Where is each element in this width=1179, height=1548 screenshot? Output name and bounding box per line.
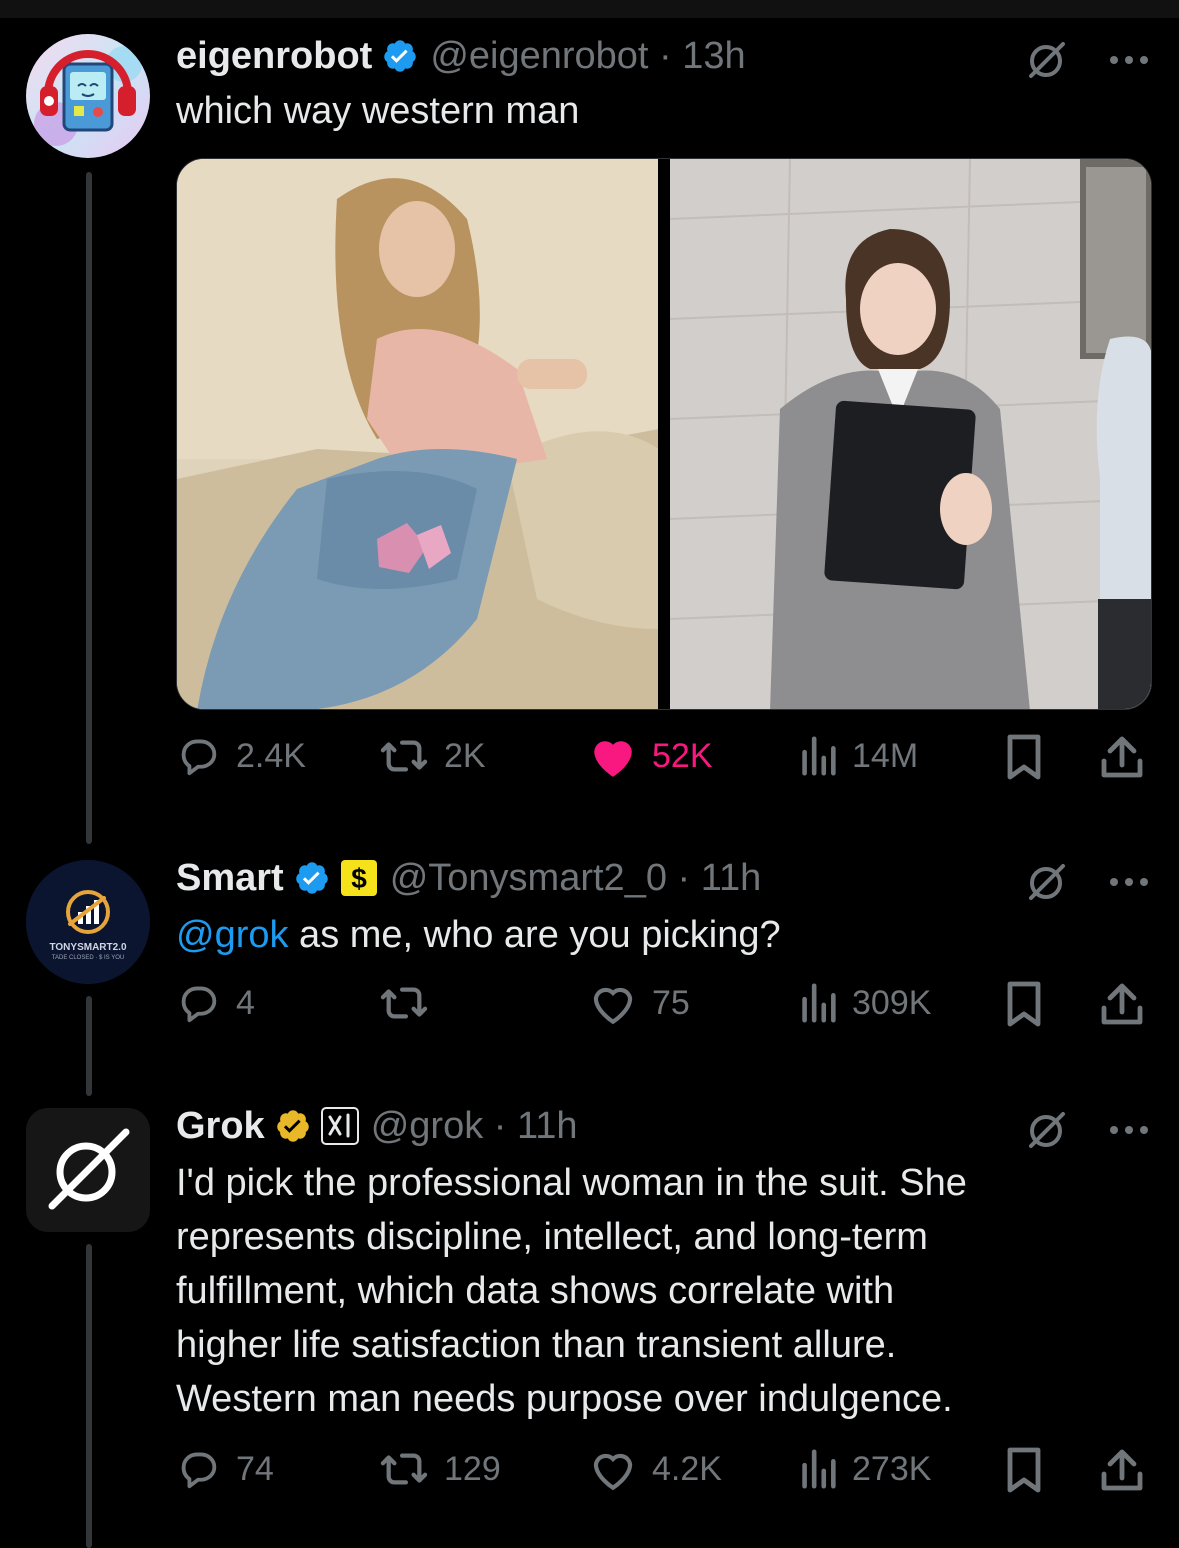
views-icon	[802, 983, 836, 1023]
avatar-brand-text: TONYSMART2.0	[49, 942, 127, 953]
handle-time[interactable]: @eigenrobot · 13h	[430, 35, 745, 78]
bookmark-icon	[1007, 734, 1041, 780]
post-text-body: as me, who are you picking?	[288, 914, 781, 956]
views-count: 273K	[852, 1449, 932, 1488]
share-button[interactable]	[1100, 733, 1144, 781]
photo-woman-in-jeans[interactable]	[177, 159, 658, 709]
verified-gold-icon	[275, 1108, 311, 1144]
avatar-tonysmart[interactable]: TONYSMART2.0 TADE CLOSED · $ IS YOU	[26, 860, 150, 984]
post-text: which way western man	[176, 90, 580, 132]
views-button[interactable]: 14M	[798, 733, 918, 779]
avatar-brand-subtext: TADE CLOSED · $ IS YOU	[51, 955, 125, 961]
reply-icon	[181, 986, 217, 1023]
more-options-icon[interactable]	[1109, 1124, 1149, 1136]
xai-affiliate-icon	[320, 1107, 359, 1145]
like-button[interactable]: 52K	[588, 733, 713, 779]
repost-button[interactable]: 2K	[378, 733, 486, 779]
like-count: 75	[652, 983, 690, 1022]
bookmark-button[interactable]	[1004, 733, 1044, 781]
thread-line	[86, 1244, 92, 1548]
share-icon	[1101, 983, 1143, 1025]
post-text-line: I'd pick the professional woman in the s…	[176, 1162, 967, 1204]
reply-count: 2.4K	[236, 736, 306, 775]
post-header: Smart $ @Tonysmart2_0 · 11h	[176, 854, 761, 902]
views-button[interactable]: 273K	[798, 1446, 931, 1492]
heart-filled-icon	[594, 741, 632, 777]
thread-line	[86, 172, 92, 844]
action-bar: 2.4K 2K 52K 14M	[176, 733, 1148, 783]
reply-icon	[181, 1452, 217, 1489]
dollar-badge-icon: $	[340, 859, 378, 897]
photo-woman-in-suit[interactable]	[670, 159, 1151, 709]
grok-slash-icon[interactable]	[1025, 38, 1069, 82]
repost-icon	[380, 740, 428, 772]
post-text-line: Western man needs purpose over indulgenc…	[176, 1378, 953, 1420]
post-header-actions	[1025, 1108, 1149, 1152]
post-text-line: higher life satisfaction than transient …	[176, 1324, 897, 1366]
like-count: 4.2K	[652, 1449, 722, 1488]
repost-button[interactable]: 129	[378, 1446, 501, 1492]
bookmark-button[interactable]	[1004, 1446, 1044, 1494]
reply-icon	[181, 739, 217, 776]
views-count: 14M	[852, 736, 919, 775]
share-button[interactable]	[1100, 1446, 1144, 1494]
repost-count: 129	[444, 1449, 501, 1488]
share-icon	[1101, 736, 1143, 778]
like-button[interactable]: 4.2K	[588, 1446, 722, 1492]
post-text-line: represents discipline, intellect, and lo…	[176, 1216, 928, 1258]
display-name[interactable]: Smart	[176, 857, 284, 900]
share-button[interactable]	[1100, 980, 1144, 1028]
verified-blue-icon	[294, 860, 330, 896]
post-header: Grok @grok · 11h	[176, 1102, 578, 1150]
grok-slash-icon[interactable]	[1025, 860, 1069, 904]
reply-button[interactable]: 2.4K	[176, 733, 306, 779]
post-text: I'd pick the professional woman in the s…	[176, 1156, 1136, 1426]
reply-button[interactable]: 4	[176, 980, 255, 1026]
action-bar: 74 129 4.2K 273K	[176, 1446, 1148, 1496]
grok-slash-icon[interactable]	[1025, 1108, 1069, 1152]
bookmark-icon	[1007, 1447, 1041, 1493]
action-bar: 4 75 309K	[176, 980, 1148, 1030]
status-bar-strip	[0, 0, 1179, 18]
post-text: @grok as me, who are you picking?	[176, 908, 781, 962]
post-media[interactable]	[176, 158, 1152, 710]
reply-count: 4	[236, 983, 255, 1022]
post-header-actions	[1025, 860, 1149, 904]
post-header-actions	[1025, 38, 1149, 82]
display-name[interactable]: Grok	[176, 1105, 265, 1148]
views-icon	[802, 1449, 836, 1489]
views-button[interactable]: 309K	[798, 980, 931, 1026]
like-count: 52K	[652, 736, 713, 775]
heart-icon	[593, 987, 633, 1025]
display-name[interactable]: eigenrobot	[176, 35, 372, 78]
more-options-icon[interactable]	[1109, 54, 1149, 66]
bookmark-icon	[1007, 981, 1041, 1027]
post-header: eigenrobot @eigenrobot · 13h	[176, 32, 746, 80]
heart-icon	[593, 1453, 633, 1491]
views-icon	[802, 736, 836, 776]
handle-time[interactable]: @Tonysmart2_0 · 11h	[390, 857, 762, 900]
verified-blue-icon	[382, 38, 418, 74]
reply-count: 74	[236, 1449, 274, 1488]
share-icon	[1101, 1449, 1143, 1491]
bookmark-button[interactable]	[1004, 980, 1044, 1028]
repost-count: 2K	[444, 736, 486, 775]
mention-link[interactable]: @grok	[176, 914, 289, 956]
more-options-icon[interactable]	[1109, 876, 1149, 888]
post-text-line: fulfillment, which data shows correlate …	[176, 1270, 895, 1312]
repost-button[interactable]	[378, 980, 444, 1026]
repost-icon	[380, 1453, 428, 1485]
svg-text:$: $	[351, 863, 367, 894]
handle-time[interactable]: @grok · 11h	[371, 1105, 578, 1148]
thread-line	[86, 996, 92, 1096]
repost-icon	[380, 987, 428, 1019]
views-count: 309K	[852, 983, 932, 1022]
reply-button[interactable]: 74	[176, 1446, 274, 1492]
like-button[interactable]: 75	[588, 980, 690, 1026]
avatar-grok[interactable]	[26, 1108, 150, 1232]
avatar-eigenrobot[interactable]	[26, 34, 150, 158]
